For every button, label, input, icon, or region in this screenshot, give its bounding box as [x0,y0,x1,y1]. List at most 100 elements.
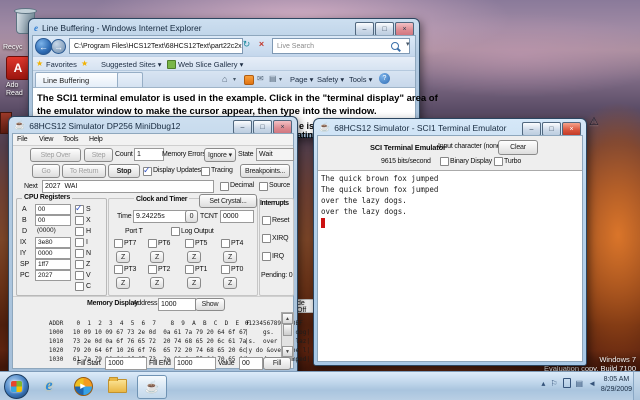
simulator-close-button[interactable]: × [273,120,292,134]
scroll-up-icon[interactable]: ▲ [282,313,293,324]
simulator-minimize-button[interactable]: – [233,120,252,134]
menu-view[interactable]: View [39,136,53,143]
memory-show-button[interactable]: Show [195,298,225,311]
taskbar-ie-icon[interactable]: e [36,375,62,397]
register-pc-field[interactable]: 2027 [35,270,71,281]
back-button[interactable]: ← [35,38,52,55]
irq-checkbox[interactable] [262,252,271,261]
suggested-sites-button[interactable]: Suggested Sites ▾ [101,60,161,69]
pt1-checkbox[interactable] [185,265,194,274]
pt7-checkbox[interactable] [114,239,123,248]
ie-maximize-button[interactable]: □ [375,22,394,36]
pt5-z-button[interactable]: Z [187,251,201,263]
ie-titlebar[interactable]: e Line Buffering - Windows Internet Expl… [34,21,355,34]
breakpoints-button[interactable]: Breakpoints... [240,164,290,178]
ccr-i-checkbox[interactable] [75,238,84,247]
register-b-field[interactable]: 00 [35,215,71,226]
decimal-checkbox[interactable] [220,182,229,191]
fill-end-field[interactable]: 1000 [174,357,216,370]
ie-close-button[interactable]: × [395,22,414,36]
step-button[interactable]: Step [84,148,113,162]
pt1-z-button[interactable]: Z [187,277,201,289]
tab-line-buffering[interactable]: Line Buffering [35,72,123,88]
ccr-v-checkbox[interactable] [75,271,84,280]
ccr-z-checkbox[interactable] [75,260,84,269]
ccr-n-checkbox[interactable] [75,249,84,258]
taskbar-simulator-app-button[interactable]: ☕ [137,375,167,399]
search-magnifier-icon[interactable] [391,42,399,50]
fill-button[interactable]: Fill [263,357,291,370]
memory-address-field[interactable]: 1000 [158,298,196,311]
search-box[interactable]: Live Search [272,38,410,54]
menu-tools[interactable]: Tools [63,136,79,143]
reset-checkbox[interactable] [262,216,271,225]
address-bar[interactable]: C:\Program Files\HCS12Text\68HCS12Text\p… [69,38,243,54]
search-options-dropdown-icon[interactable]: ▾ [406,40,410,48]
to-return-button[interactable]: To Return [62,164,106,178]
scroll-down-icon[interactable]: ▼ [282,346,293,357]
fill-start-field[interactable]: 1000 [105,357,147,370]
terminal-maximize-button[interactable]: □ [542,122,561,136]
register-iy-field[interactable]: 0000 [35,248,71,259]
safety-menu-button[interactable]: Safety ▾ [317,75,344,84]
home-dropdown-icon[interactable]: ▾ [233,76,236,83]
action-center-flag-icon[interactable]: ⚐ [550,379,557,388]
pt4-checkbox[interactable] [221,239,230,248]
ccr-c-checkbox[interactable] [75,282,84,291]
go-button[interactable]: Go [32,164,60,178]
add-favorite-star-icon[interactable]: ★ [81,59,88,68]
power-icon[interactable] [562,378,571,388]
ccr-x-checkbox[interactable] [75,216,84,225]
home-icon[interactable]: ⌂ [222,74,227,84]
set-crystal-button[interactable]: Set Crystal... [199,194,257,208]
help-icon[interactable]: ? [379,73,390,84]
network-icon[interactable]: ▤ [576,379,584,388]
memory-errors-dropdown[interactable]: Ignore ▾ [204,148,236,162]
stop-button[interactable]: × [255,39,268,52]
taskbar-clock[interactable]: 8:05 AM 8/29/2009 [601,375,632,395]
print-icon[interactable]: ▤ [269,74,277,83]
turbo-checkbox[interactable] [494,157,503,166]
pt6-z-button[interactable]: Z [150,251,164,263]
ccr-s-checkbox[interactable] [75,203,84,214]
fill-value-field[interactable]: 00 [239,357,263,370]
terminal-minimize-button[interactable]: – [522,122,541,136]
pt0-checkbox[interactable] [221,265,230,274]
pt3-z-button[interactable]: Z [116,277,130,289]
start-button[interactable] [4,374,29,399]
scrollbar-thumb[interactable] [283,324,292,336]
step-over-button[interactable]: Step Over [30,148,81,162]
time-reset-button[interactable]: 0 [185,210,198,223]
taskbar-media-player-icon[interactable]: ▶ [70,375,96,397]
pt6-checkbox[interactable] [148,239,157,248]
stop-run-button[interactable]: Stop [108,164,140,178]
register-ix-field[interactable]: 3e80 [35,237,71,248]
terminal-display-area[interactable]: The quick brown fox jumped The quick bro… [318,170,582,361]
pt5-checkbox[interactable] [185,239,194,248]
refresh-button[interactable]: ↻ [240,39,253,52]
next-instruction-field[interactable]: 2027 WAI [42,180,214,193]
warning-icon[interactable]: ⚠ [589,115,599,128]
read-mail-icon[interactable]: ✉ [257,74,264,83]
terminal-titlebar[interactable]: ☕ 68HCS12 Simulator - SCI1 Terminal Emul… [319,121,522,134]
terminal-close-button[interactable]: × [562,122,581,136]
ccr-h-checkbox[interactable] [75,227,84,236]
show-desktop-button[interactable] [633,372,640,400]
source-checkbox[interactable] [259,182,268,191]
tools-menu-button[interactable]: Tools ▾ [349,75,372,84]
web-slice-gallery-button[interactable]: Web Slice Gallery ▾ [178,60,243,69]
display-updates-checkbox[interactable] [143,165,152,176]
tray-expand-icon[interactable]: ▴ [541,379,545,388]
pt3-checkbox[interactable] [114,265,123,274]
favorites-button[interactable]: Favorites [46,60,77,69]
taskbar-explorer-icon[interactable] [104,375,130,397]
clear-button[interactable]: Clear [498,140,538,155]
memory-scrollbar[interactable]: ▲ ▼ [281,312,294,358]
forward-button[interactable]: → [51,39,66,54]
log-output-checkbox[interactable] [171,227,180,236]
pt7-z-button[interactable]: Z [116,251,130,263]
pt0-z-button[interactable]: Z [223,277,237,289]
count-field[interactable]: 1 [134,148,164,161]
pt4-z-button[interactable]: Z [223,251,237,263]
pt2-checkbox[interactable] [148,265,157,274]
